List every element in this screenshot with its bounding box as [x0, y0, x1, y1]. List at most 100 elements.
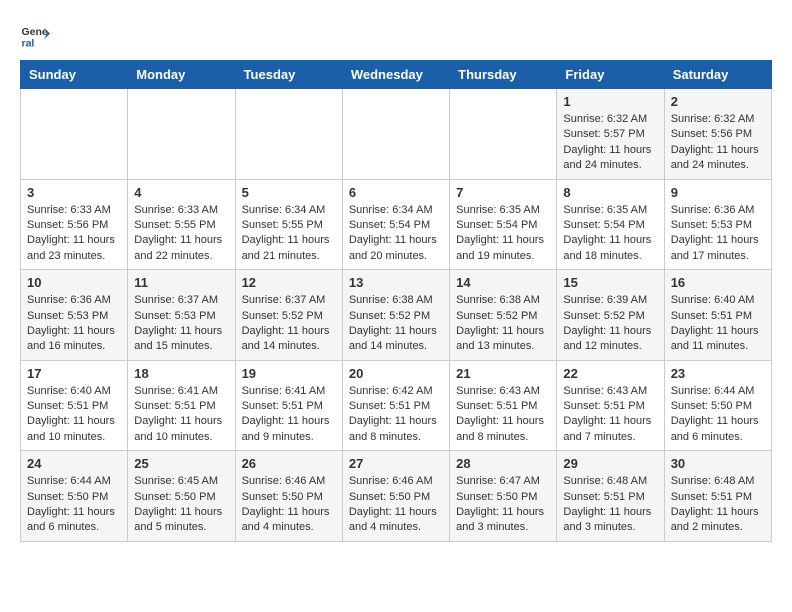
- day-number: 10: [27, 275, 121, 290]
- day-info: Sunrise: 6:42 AM Sunset: 5:51 PM Dayligh…: [349, 384, 443, 446]
- calendar-week: 3 Sunrise: 6:33 AM Sunset: 5:56 PM Daylig…: [21, 179, 772, 270]
- logo: Gene ral: [20, 20, 52, 50]
- calendar-week: 24 Sunrise: 6:44 AM Sunset: 5:50 PM Dayli…: [21, 451, 772, 542]
- day-info: Sunrise: 6:35 AM Sunset: 5:54 PM Dayligh…: [563, 203, 657, 265]
- day-info: Sunrise: 6:34 AM Sunset: 5:54 PM Dayligh…: [349, 203, 443, 265]
- calendar-cell: 16Sunrise: 6:40 AM Sunset: 5:51 PM Dayli…: [664, 270, 771, 361]
- calendar-cell: 1 Sunrise: 6:32 AM Sunset: 5:57 PM Daylig…: [557, 89, 664, 180]
- calendar-cell: 21 Sunrise: 6:43 AM Sunset: 5:51 PM Dayli…: [450, 360, 557, 451]
- weekday-header: Friday: [557, 61, 664, 89]
- calendar-cell: 10 Sunrise: 6:36 AM Sunset: 5:53 PM Dayli…: [21, 270, 128, 361]
- day-info: Sunrise: 6:41 AM Sunset: 5:51 PM Dayligh…: [134, 384, 228, 446]
- day-info: Sunrise: 6:36 AM Sunset: 5:53 PM Dayligh…: [27, 293, 121, 355]
- day-number: 15: [563, 275, 657, 290]
- calendar-cell: 22 Sunrise: 6:43 AM Sunset: 5:51 PM Dayli…: [557, 360, 664, 451]
- day-info: Sunrise: 6:37 AM Sunset: 5:53 PM Dayligh…: [134, 293, 228, 355]
- weekday-header: Saturday: [664, 61, 771, 89]
- calendar-cell: [235, 89, 342, 180]
- day-info: Sunrise: 6:45 AM Sunset: 5:50 PM Dayligh…: [134, 474, 228, 536]
- day-number: 23: [671, 366, 765, 381]
- day-info: Sunrise: 6:32 AM Sunset: 5:57 PM Dayligh…: [563, 112, 657, 174]
- day-info: Sunrise: 6:32 AM Sunset: 5:56 PM Dayligh…: [671, 112, 765, 174]
- day-number: 25: [134, 456, 228, 471]
- day-number: 3: [27, 185, 121, 200]
- day-number: 11: [134, 275, 228, 290]
- calendar-cell: 27 Sunrise: 6:46 AM Sunset: 5:50 PM Dayli…: [342, 451, 449, 542]
- day-info: Sunrise: 6:43 AM Sunset: 5:51 PM Dayligh…: [456, 384, 550, 446]
- calendar-cell: 30 Sunrise: 6:48 AM Sunset: 5:51 PM Dayli…: [664, 451, 771, 542]
- calendar-cell: 20 Sunrise: 6:42 AM Sunset: 5:51 PM Dayli…: [342, 360, 449, 451]
- day-number: 28: [456, 456, 550, 471]
- weekday-header: Thursday: [450, 61, 557, 89]
- day-number: 18: [134, 366, 228, 381]
- day-number: 21: [456, 366, 550, 381]
- calendar-cell: 24 Sunrise: 6:44 AM Sunset: 5:50 PM Dayli…: [21, 451, 128, 542]
- day-number: 22: [563, 366, 657, 381]
- calendar-table: SundayMondayTuesdayWednesdayThursdayFrid…: [20, 60, 772, 542]
- day-info: Sunrise: 6:44 AM Sunset: 5:50 PM Dayligh…: [671, 384, 765, 446]
- day-info: Sunrise: 6:46 AM Sunset: 5:50 PM Dayligh…: [242, 474, 336, 536]
- weekday-header: Monday: [128, 61, 235, 89]
- day-info: Sunrise: 6:40 AM Sunset: 5:51 PM Dayligh…: [27, 384, 121, 446]
- day-info: Sunrise: 6:46 AM Sunset: 5:50 PM Dayligh…: [349, 474, 443, 536]
- header-row: SundayMondayTuesdayWednesdayThursdayFrid…: [21, 61, 772, 89]
- day-number: 26: [242, 456, 336, 471]
- day-number: 16: [671, 275, 765, 290]
- day-number: 14: [456, 275, 550, 290]
- day-info: Sunrise: 6:44 AM Sunset: 5:50 PM Dayligh…: [27, 474, 121, 536]
- day-info: Sunrise: 6:43 AM Sunset: 5:51 PM Dayligh…: [563, 384, 657, 446]
- calendar-cell: 18 Sunrise: 6:41 AM Sunset: 5:51 PM Dayli…: [128, 360, 235, 451]
- day-number: 8: [563, 185, 657, 200]
- calendar-week: 1 Sunrise: 6:32 AM Sunset: 5:57 PM Daylig…: [21, 89, 772, 180]
- day-info: Sunrise: 6:33 AM Sunset: 5:55 PM Dayligh…: [134, 203, 228, 265]
- calendar-cell: 12 Sunrise: 6:37 AM Sunset: 5:52 PM Dayli…: [235, 270, 342, 361]
- calendar-cell: 4 Sunrise: 6:33 AM Sunset: 5:55 PM Daylig…: [128, 179, 235, 270]
- weekday-header: Wednesday: [342, 61, 449, 89]
- day-number: 1: [563, 94, 657, 109]
- calendar-cell: 9Sunrise: 6:36 AM Sunset: 5:53 PM Daylig…: [664, 179, 771, 270]
- day-number: 24: [27, 456, 121, 471]
- calendar-cell: 19Sunrise: 6:41 AM Sunset: 5:51 PM Dayli…: [235, 360, 342, 451]
- calendar-cell: 23 Sunrise: 6:44 AM Sunset: 5:50 PM Dayli…: [664, 360, 771, 451]
- calendar-cell: 14 Sunrise: 6:38 AM Sunset: 5:52 PM Dayli…: [450, 270, 557, 361]
- calendar-cell: 26 Sunrise: 6:46 AM Sunset: 5:50 PM Dayli…: [235, 451, 342, 542]
- calendar-cell: 13 Sunrise: 6:38 AM Sunset: 5:52 PM Dayli…: [342, 270, 449, 361]
- day-info: Sunrise: 6:48 AM Sunset: 5:51 PM Dayligh…: [671, 474, 765, 536]
- day-number: 19: [242, 366, 336, 381]
- day-number: 2: [671, 94, 765, 109]
- calendar-cell: 29Sunrise: 6:48 AM Sunset: 5:51 PM Dayli…: [557, 451, 664, 542]
- calendar-cell: [450, 89, 557, 180]
- day-number: 20: [349, 366, 443, 381]
- day-number: 27: [349, 456, 443, 471]
- calendar-cell: 3 Sunrise: 6:33 AM Sunset: 5:56 PM Daylig…: [21, 179, 128, 270]
- weekday-header: Sunday: [21, 61, 128, 89]
- calendar-cell: 15Sunrise: 6:39 AM Sunset: 5:52 PM Dayli…: [557, 270, 664, 361]
- weekday-header: Tuesday: [235, 61, 342, 89]
- calendar-week: 17Sunrise: 6:40 AM Sunset: 5:51 PM Dayli…: [21, 360, 772, 451]
- day-info: Sunrise: 6:34 AM Sunset: 5:55 PM Dayligh…: [242, 203, 336, 265]
- calendar-week: 10 Sunrise: 6:36 AM Sunset: 5:53 PM Dayli…: [21, 270, 772, 361]
- day-number: 6: [349, 185, 443, 200]
- day-info: Sunrise: 6:47 AM Sunset: 5:50 PM Dayligh…: [456, 474, 550, 536]
- day-number: 30: [671, 456, 765, 471]
- day-info: Sunrise: 6:33 AM Sunset: 5:56 PM Dayligh…: [27, 203, 121, 265]
- day-info: Sunrise: 6:38 AM Sunset: 5:52 PM Dayligh…: [456, 293, 550, 355]
- svg-text:Gene: Gene: [22, 26, 48, 38]
- calendar-cell: 8 Sunrise: 6:35 AM Sunset: 5:54 PM Daylig…: [557, 179, 664, 270]
- calendar-cell: 5 Sunrise: 6:34 AM Sunset: 5:55 PM Daylig…: [235, 179, 342, 270]
- day-number: 12: [242, 275, 336, 290]
- calendar-cell: [21, 89, 128, 180]
- day-info: Sunrise: 6:38 AM Sunset: 5:52 PM Dayligh…: [349, 293, 443, 355]
- calendar-cell: 28 Sunrise: 6:47 AM Sunset: 5:50 PM Dayli…: [450, 451, 557, 542]
- day-number: 13: [349, 275, 443, 290]
- day-number: 5: [242, 185, 336, 200]
- day-number: 29: [563, 456, 657, 471]
- day-number: 9: [671, 185, 765, 200]
- day-number: 4: [134, 185, 228, 200]
- calendar-cell: 25 Sunrise: 6:45 AM Sunset: 5:50 PM Dayli…: [128, 451, 235, 542]
- calendar-cell: [128, 89, 235, 180]
- page-header: Gene ral: [20, 20, 772, 50]
- calendar-cell: 17Sunrise: 6:40 AM Sunset: 5:51 PM Dayli…: [21, 360, 128, 451]
- calendar-cell: [342, 89, 449, 180]
- day-info: Sunrise: 6:37 AM Sunset: 5:52 PM Dayligh…: [242, 293, 336, 355]
